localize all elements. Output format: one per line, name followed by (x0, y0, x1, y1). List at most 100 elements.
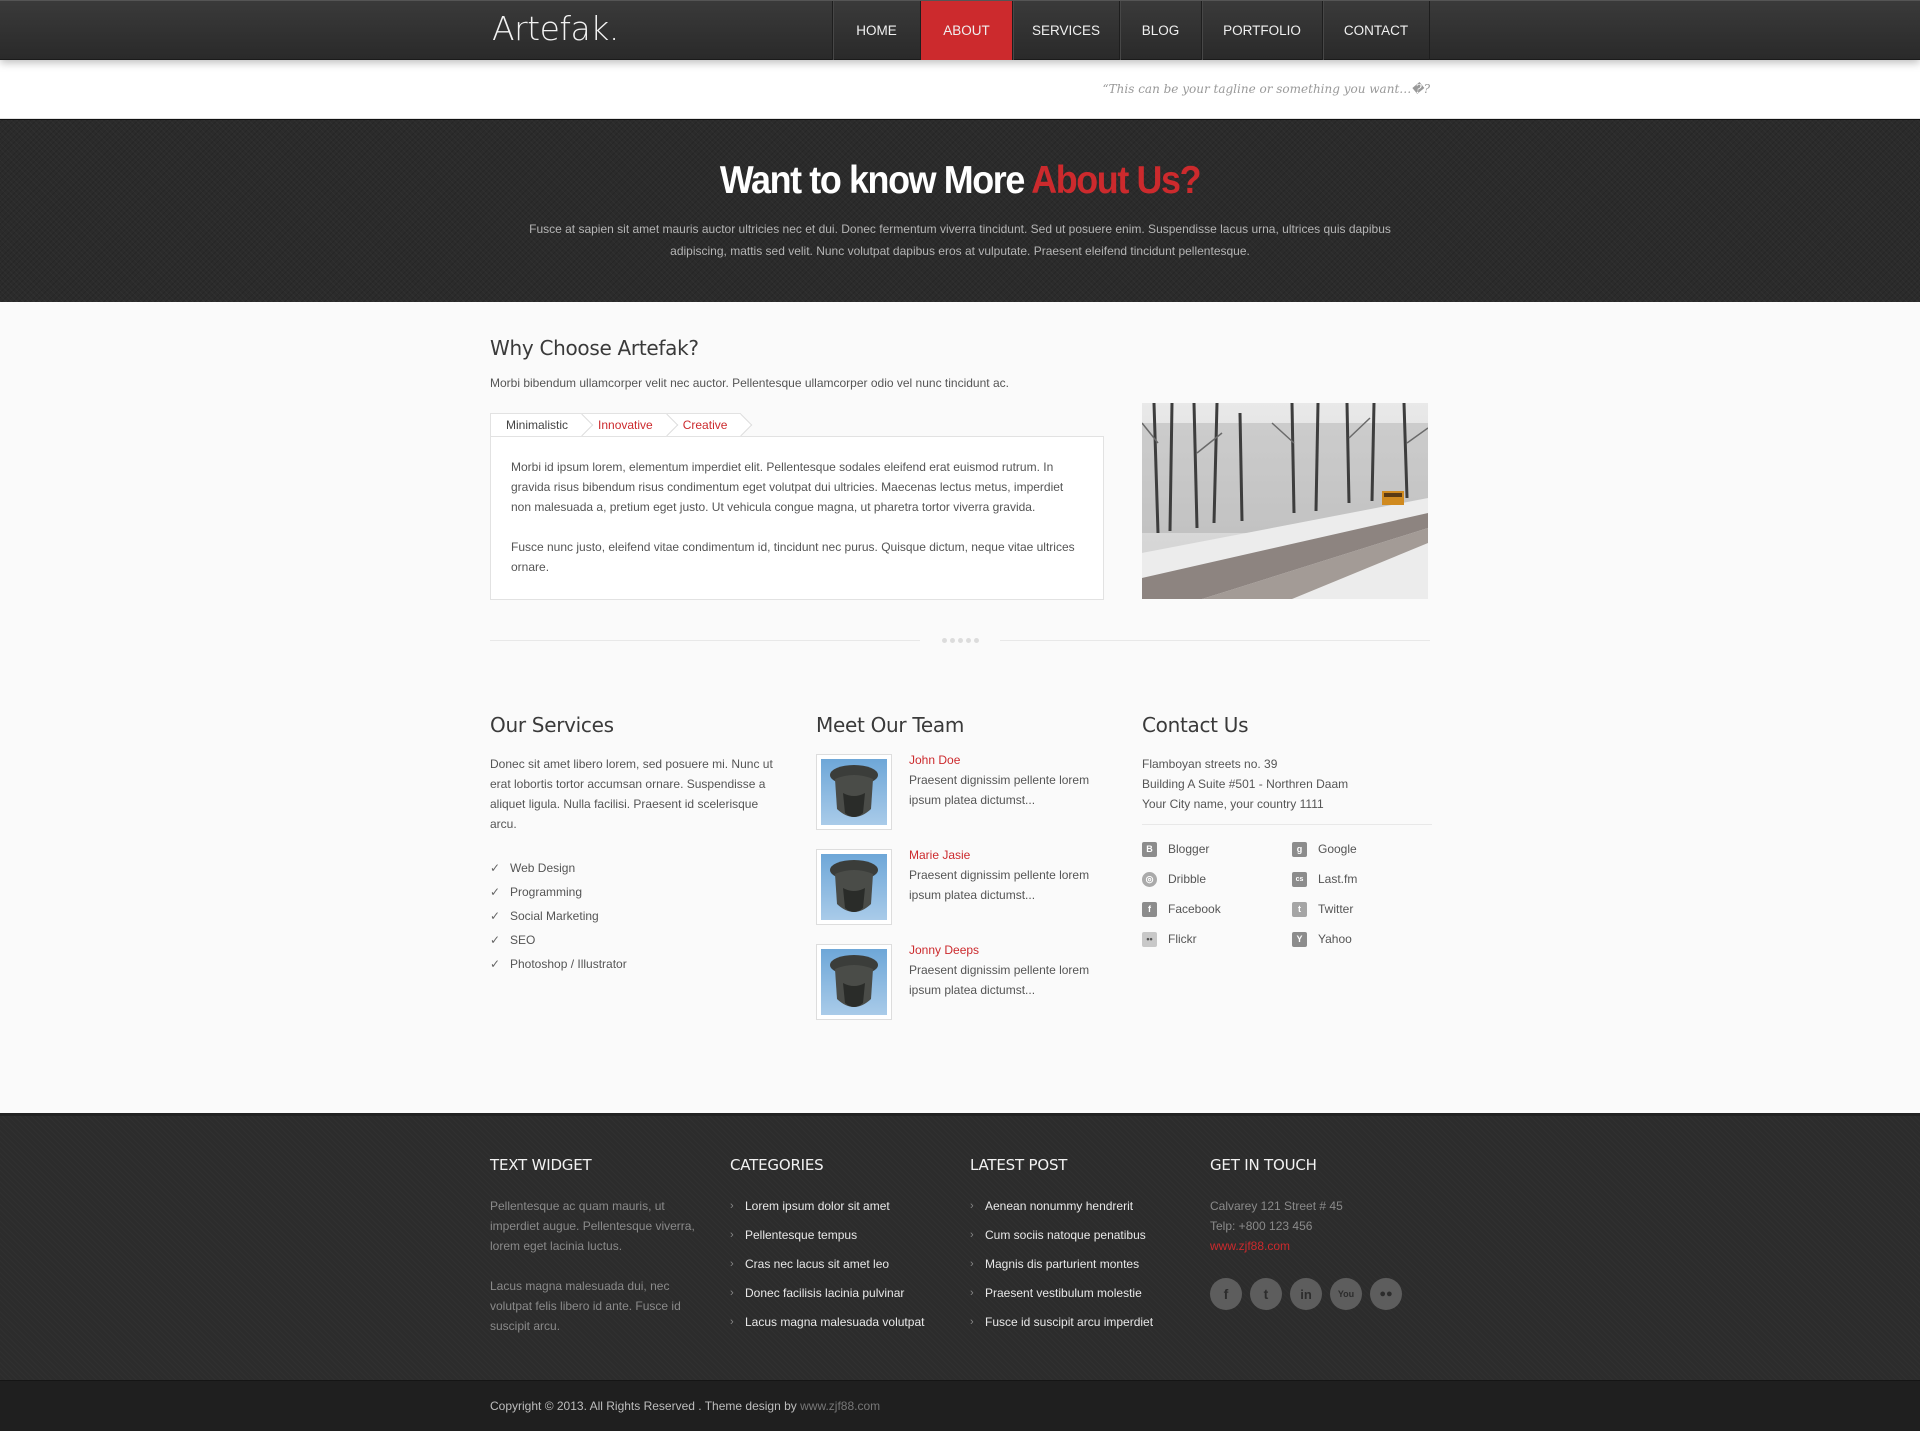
divider-dot (957, 638, 963, 643)
list-item[interactable]: › Praesent vestibulum molestie (970, 1278, 1185, 1307)
social-link-flickr[interactable]: •• Flickr (1142, 929, 1292, 949)
list-item[interactable]: › Lacus magna malesuada volutpat (730, 1307, 945, 1336)
chevron-right-icon: › (730, 1315, 734, 1328)
why-title: Why Choose Artefak? (490, 336, 699, 360)
social-label: Google (1318, 842, 1357, 856)
footer-contact: Calvarey 121 Street # 45 Telp: +800 123 … (1210, 1196, 1425, 1256)
main-nav: HOME ABOUT SERVICES BLOG PORTFOLIO CONTA… (832, 1, 1430, 60)
nav-services[interactable]: SERVICES (1013, 1, 1120, 60)
twitter-icon: t (1292, 901, 1307, 917)
latest-post-list: › Aenean nonummy hendrerit › Cum sociis na… (970, 1191, 1185, 1336)
social-link-yahoo[interactable]: Y Yahoo (1292, 929, 1442, 949)
footer-categories: CATEGORIES › Lorem ipsum dolor sit amet ›… (730, 1156, 945, 1341)
post-link[interactable]: Praesent vestibulum molestie (985, 1286, 1142, 1300)
site-logo[interactable]: Artefak. (492, 9, 619, 48)
footer-heading: CATEGORIES (730, 1156, 824, 1174)
avatar[interactable] (816, 849, 892, 925)
list-item[interactable]: › Cras nec lacus sit amet leo (730, 1249, 945, 1278)
nav-about[interactable]: ABOUT (921, 1, 1013, 60)
check-icon: ✓ (490, 933, 501, 947)
social-link-facebook[interactable]: f Facebook (1142, 899, 1292, 919)
social-link-blogger[interactable]: B Blogger (1142, 839, 1292, 859)
list-item[interactable]: › Cum sociis natoque penatibus (970, 1220, 1185, 1249)
list-item: ✓ Photoshop / Illustrator (490, 952, 780, 976)
twitter-icon[interactable]: t (1250, 1278, 1282, 1310)
social-link-google[interactable]: g Google (1292, 839, 1442, 859)
dribbble-icon: ◎ (1142, 871, 1157, 887)
list-item[interactable]: › Fusce id suscipit arcu imperdiet (970, 1307, 1185, 1336)
chevron-right-icon: › (970, 1257, 974, 1270)
list-item[interactable]: › Aenean nonummy hendrerit (970, 1191, 1185, 1220)
linkedin-icon[interactable]: in (1290, 1278, 1322, 1310)
divider-dot (949, 638, 955, 643)
category-link[interactable]: Cras nec lacus sit amet leo (745, 1257, 889, 1271)
list-item[interactable]: › Lorem ipsum dolor sit amet (730, 1191, 945, 1220)
list-item: ✓ Web Design (490, 856, 780, 880)
main-content: Why Choose Artefak? Morbi bibendum ullam… (490, 302, 1432, 1112)
check-icon: ✓ (490, 957, 501, 971)
list-item[interactable]: › Magnis dis parturient montes (970, 1249, 1185, 1278)
contact-line: Calvarey 121 Street # 45 (1210, 1199, 1343, 1213)
tab-paragraph: Fusce nunc justo, eleifend vitae condime… (511, 540, 1075, 574)
youtube-icon[interactable]: You (1330, 1278, 1362, 1310)
service-label: Programming (510, 885, 583, 899)
nav-contact[interactable]: CONTACT (1323, 1, 1430, 60)
list-item[interactable]: › Pellentesque tempus (730, 1220, 945, 1249)
member-name[interactable]: Jonny Deeps (909, 943, 979, 957)
yahoo-icon: Y (1292, 931, 1307, 947)
categories-list: › Lorem ipsum dolor sit amet › Pellentesqu… (730, 1191, 945, 1336)
lastfm-icon: cs (1292, 871, 1307, 887)
website-link[interactable]: www.zjf88.com (1210, 1239, 1290, 1253)
winter-road-photo (1142, 403, 1428, 599)
tab-minimalistic[interactable]: Minimalistic (490, 413, 583, 436)
contact-column: Contact Us Flamboyan streets no. 39 Buil… (1142, 713, 1432, 949)
divider-dots (920, 636, 1000, 645)
social-link-lastfm[interactable]: cs Last.fm (1292, 869, 1442, 889)
designer-link[interactable]: www.zjf88.com (800, 1399, 880, 1413)
services-title: Our Services (490, 713, 614, 737)
post-link[interactable]: Aenean nonummy hendrerit (985, 1199, 1133, 1213)
member-name[interactable]: Marie Jasie (909, 848, 970, 862)
avatar-photo (821, 854, 887, 920)
category-link[interactable]: Lorem ipsum dolor sit amet (745, 1199, 890, 1213)
member-name[interactable]: John Doe (909, 753, 960, 767)
chevron-right-icon: › (730, 1199, 734, 1212)
contact-line: Telp: +800 123 456 (1210, 1219, 1313, 1233)
chevron-right-icon: › (730, 1286, 734, 1299)
category-link[interactable]: Donec facilisis lacinia pulvinar (745, 1286, 904, 1300)
avatar-photo (821, 759, 887, 825)
category-link[interactable]: Pellentesque tempus (745, 1228, 857, 1242)
team-title: Meet Our Team (816, 713, 965, 737)
post-link[interactable]: Magnis dis parturient montes (985, 1257, 1139, 1271)
blogger-icon: B (1142, 841, 1157, 857)
divider-dot (941, 638, 947, 643)
social-label: Dribble (1168, 872, 1207, 886)
facebook-icon[interactable]: f (1210, 1278, 1242, 1310)
footer-paragraph: Pellentesque ac quam mauris, ut imperdie… (490, 1199, 695, 1253)
list-item[interactable]: › Donec facilisis lacinia pulvinar (730, 1278, 945, 1307)
nav-home[interactable]: HOME (833, 1, 921, 60)
social-links: B Blogger g Google ◎ Dribble cs Last.fm f Fac… (1142, 839, 1432, 949)
avatar[interactable] (816, 754, 892, 830)
social-label: Twitter (1318, 902, 1354, 916)
nav-blog[interactable]: BLOG (1120, 1, 1202, 60)
social-label: Facebook (1168, 902, 1221, 916)
team-member: Jonny Deeps Praesent dignissim pellente … (816, 943, 1106, 1020)
member-info: John Doe Praesent dignissim pellente lor… (909, 750, 1106, 830)
social-label: Last.fm (1318, 872, 1358, 886)
avatar[interactable] (816, 944, 892, 1020)
nav-portfolio[interactable]: PORTFOLIO (1202, 1, 1323, 60)
social-link-twitter[interactable]: t Twitter (1292, 899, 1442, 919)
hero-text: Fusce at sapien sit amet mauris auctor u… (529, 222, 1391, 258)
footer-paragraph: Lacus magna malesuada dui, nec volutpat … (490, 1279, 681, 1333)
flickr-icon[interactable]: ●● (1370, 1278, 1402, 1310)
post-link[interactable]: Fusce id suscipit arcu imperdiet (985, 1315, 1153, 1329)
social-link-dribbble[interactable]: ◎ Dribble (1142, 869, 1292, 889)
footer-heading: TEXT WIDGET (490, 1156, 592, 1174)
feature-tabs: Minimalistic Innovative Creative (490, 413, 1110, 436)
post-link[interactable]: Cum sociis natoque penatibus (985, 1228, 1146, 1242)
tab-innovative[interactable]: Innovative (582, 413, 667, 436)
top-navigation-bar: Artefak. HOME ABOUT SERVICES BLOG PORTFO… (0, 0, 1920, 60)
category-link[interactable]: Lacus magna malesuada volutpat (745, 1315, 924, 1329)
footer-heading: LATEST POST (970, 1156, 1068, 1174)
